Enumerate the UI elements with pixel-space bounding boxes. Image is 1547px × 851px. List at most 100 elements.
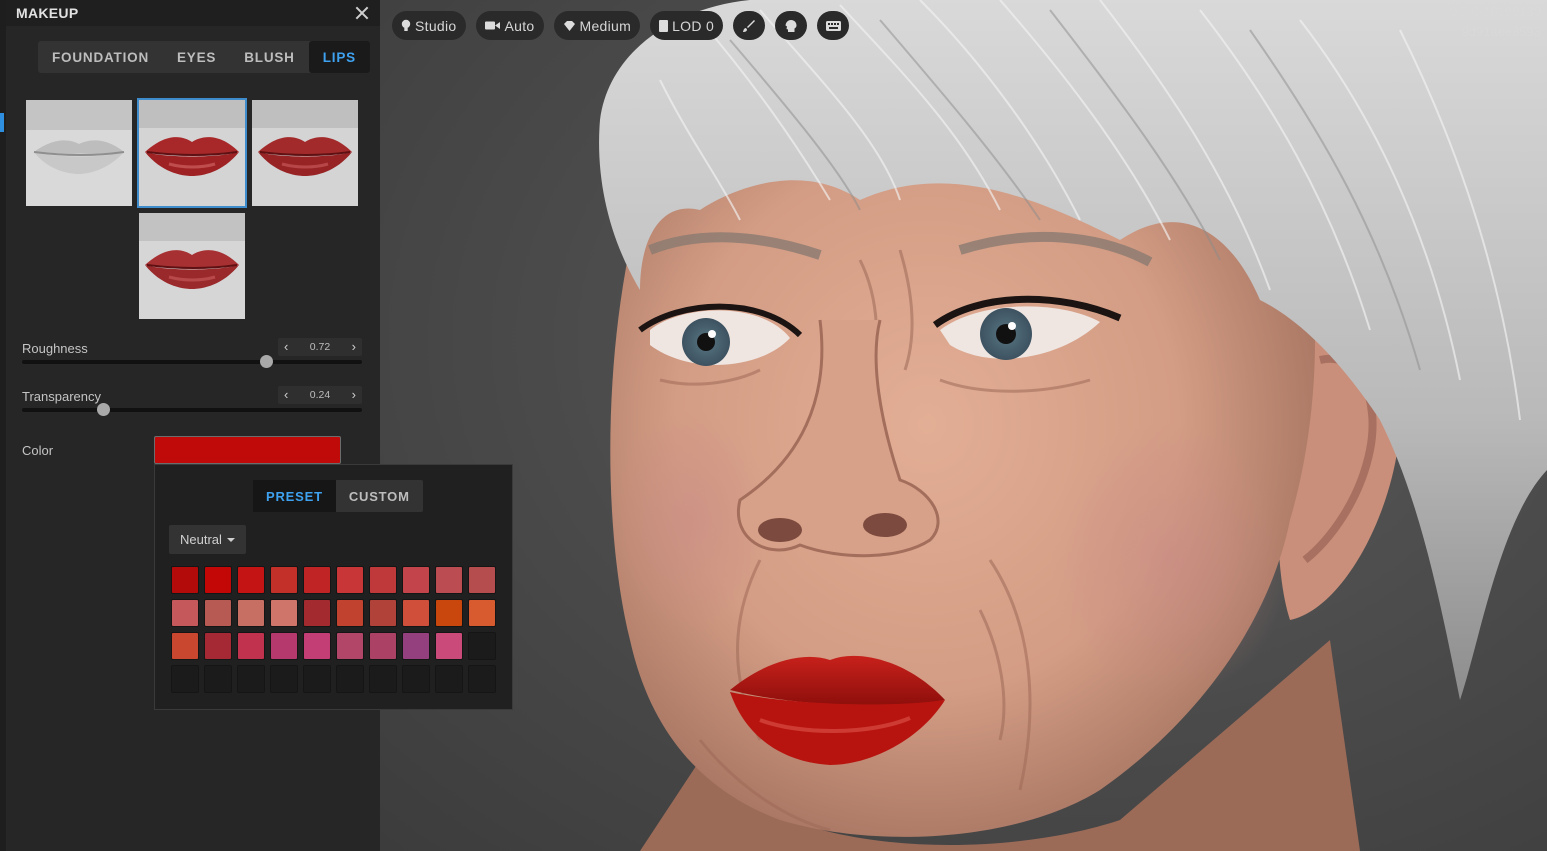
lips-red-thumbnail-1[interactable] <box>137 98 247 208</box>
close-icon[interactable] <box>354 5 370 21</box>
lod-label: LOD 0 <box>672 17 715 34</box>
color-swatch[interactable] <box>336 632 364 660</box>
version-line-2: 9d91aee8593 <box>1461 24 1541 39</box>
color-swatch[interactable] <box>468 566 496 594</box>
roughness-track[interactable] <box>22 355 362 368</box>
roughness-value: 0.72 <box>309 341 331 353</box>
tab-blush[interactable]: BLUSH <box>230 41 309 73</box>
color-label: Color <box>22 443 54 458</box>
quality-label: Medium <box>579 17 632 34</box>
chevron-left-icon[interactable]: ‹ <box>284 338 288 356</box>
color-swatch[interactable] <box>336 599 364 627</box>
transparency-value: 0.24 <box>309 389 331 401</box>
lips-none-thumbnail[interactable] <box>26 100 132 206</box>
chevron-left-icon[interactable]: ‹ <box>284 386 288 404</box>
makeup-panel: MAKEUP FOUNDATION EYES BLUSH LIPS Roughn… <box>0 0 380 851</box>
color-swatch[interactable] <box>303 599 331 627</box>
tab-custom[interactable]: CUSTOM <box>336 480 423 512</box>
roughness-control: Roughness ‹ 0.72 › <box>22 338 362 371</box>
panel-title: MAKEUP <box>16 5 79 21</box>
head-button[interactable] <box>775 11 808 40</box>
bulb-icon <box>401 19 411 31</box>
transparency-stepper[interactable]: ‹ 0.24 › <box>278 386 362 404</box>
color-swatch[interactable] <box>171 665 199 693</box>
color-swatch[interactable] <box>237 566 265 594</box>
color-swatch[interactable] <box>468 599 496 627</box>
version-line-1: 0.5.0-18192130 <box>1449 4 1541 19</box>
brush-button[interactable] <box>733 11 766 40</box>
camera-button[interactable]: Auto <box>475 11 544 40</box>
keyboard-button[interactable] <box>817 11 850 40</box>
chevron-right-icon[interactable]: › <box>352 386 356 404</box>
roughness-stepper[interactable]: ‹ 0.72 › <box>278 338 362 356</box>
color-swatch[interactable] <box>435 566 463 594</box>
character-portrait[interactable] <box>380 0 1547 851</box>
color-swatch[interactable] <box>369 665 397 693</box>
color-swatch[interactable] <box>369 566 397 594</box>
viewport-toolbar: Studio Auto Medium LOD 0 <box>392 11 850 40</box>
color-swatch[interactable] <box>303 665 331 693</box>
color-swatch[interactable] <box>369 632 397 660</box>
transparency-slider-handle[interactable] <box>97 403 111 416</box>
tab-lips[interactable]: LIPS <box>308 41 370 73</box>
color-swatch[interactable] <box>270 665 298 693</box>
color-swatch[interactable] <box>303 566 331 594</box>
panel-accent-marker <box>0 113 4 132</box>
lips-red-thumbnail-3[interactable] <box>139 213 245 319</box>
caret-down-icon <box>226 537 235 542</box>
lod-icon <box>659 19 669 32</box>
color-swatch-grid <box>171 566 496 693</box>
lighting-button[interactable]: Studio <box>392 11 466 40</box>
head-icon <box>785 19 797 32</box>
palette-dropdown-value: Neutral <box>180 532 222 547</box>
transparency-control: Transparency ‹ 0.24 › <box>22 386 362 419</box>
color-swatch[interactable] <box>237 599 265 627</box>
color-swatch[interactable] <box>369 599 397 627</box>
color-swatch[interactable] <box>468 665 496 693</box>
color-swatch[interactable] <box>303 632 331 660</box>
color-swatch[interactable] <box>237 632 265 660</box>
color-swatch[interactable] <box>270 599 298 627</box>
color-swatch[interactable] <box>270 632 298 660</box>
color-swatch[interactable] <box>402 632 430 660</box>
color-picker-tabs: PRESET CUSTOM <box>253 480 423 512</box>
color-swatch[interactable] <box>171 632 199 660</box>
lips-red-thumbnail-2[interactable] <box>252 100 358 206</box>
color-swatch[interactable] <box>237 665 265 693</box>
brush-icon <box>743 19 756 32</box>
color-swatch[interactable] <box>435 665 463 693</box>
color-swatch[interactable] <box>336 665 364 693</box>
color-swatch[interactable] <box>204 632 232 660</box>
palette-dropdown[interactable]: Neutral <box>169 525 246 554</box>
color-swatch[interactable] <box>171 599 199 627</box>
lod-button[interactable]: LOD 0 <box>650 11 724 40</box>
transparency-track[interactable] <box>22 403 362 416</box>
panel-titlebar: MAKEUP <box>6 0 380 26</box>
color-swatch[interactable] <box>336 566 364 594</box>
chevron-right-icon[interactable]: › <box>352 338 356 356</box>
tab-preset[interactable]: PRESET <box>253 480 336 512</box>
color-swatch[interactable] <box>270 566 298 594</box>
color-swatch[interactable] <box>435 599 463 627</box>
color-swatch[interactable] <box>204 566 232 594</box>
roughness-slider-handle[interactable] <box>260 355 274 368</box>
lip-preset-grid <box>25 98 365 319</box>
color-swatch[interactable] <box>402 566 430 594</box>
quality-button[interactable]: Medium <box>553 11 641 40</box>
transparency-label: Transparency <box>22 389 101 404</box>
color-swatch[interactable] <box>468 632 496 660</box>
tab-eyes[interactable]: EYES <box>163 41 230 73</box>
color-swatch[interactable] <box>204 599 232 627</box>
tab-foundation[interactable]: FOUNDATION <box>38 41 163 73</box>
makeup-tabs: FOUNDATION EYES BLUSH LIPS <box>38 41 370 73</box>
color-swatch[interactable] <box>402 599 430 627</box>
color-swatch[interactable] <box>402 665 430 693</box>
color-swatch[interactable] <box>435 632 463 660</box>
color-swatch[interactable] <box>171 566 199 594</box>
color-swatch[interactable] <box>204 665 232 693</box>
roughness-label: Roughness <box>22 341 88 356</box>
viewport[interactable]: 0.5.0-18192130 9d91aee8593 <box>380 0 1547 851</box>
diamond-icon <box>563 20 575 31</box>
color-swatch-button[interactable] <box>154 436 341 464</box>
build-version: 0.5.0-18192130 9d91aee8593 <box>1450 2 1541 42</box>
